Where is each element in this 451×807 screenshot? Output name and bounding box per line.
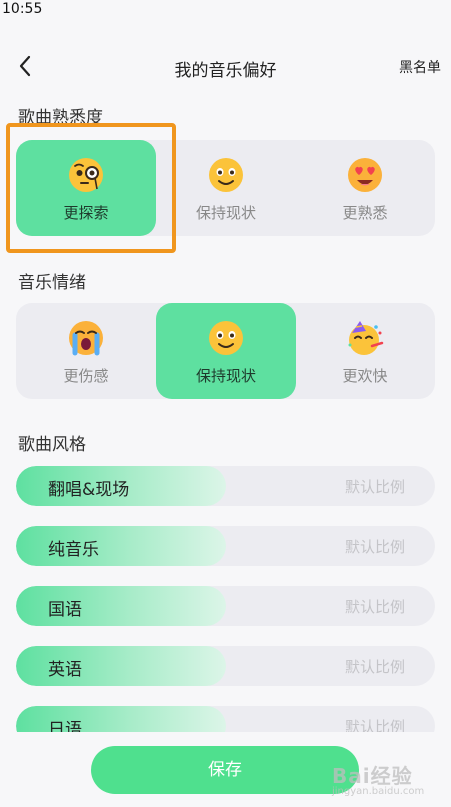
watermark-sub: jingyan.baidu.com <box>332 786 425 797</box>
familiarity-option-label: 更探索 <box>63 204 109 222</box>
monocle-face-icon <box>67 156 105 194</box>
crying-face-icon <box>67 319 105 357</box>
style-row[interactable]: 纯音乐 默认比例 <box>16 526 435 566</box>
style-ratio-label: 默认比例 <box>344 538 405 556</box>
style-name: 国语 <box>48 600 82 620</box>
mood-option-label: 保持现状 <box>195 367 256 385</box>
style-ratio-label: 默认比例 <box>344 598 405 616</box>
mood-card: 更伤感 保持现状 更欢快 <box>16 303 435 399</box>
familiarity-option-explore[interactable]: 更探索 <box>16 140 156 236</box>
partying-face-icon <box>346 319 384 357</box>
blacklist-link[interactable]: 黑名单 <box>399 57 441 77</box>
mood-option-label: 更欢快 <box>342 367 388 385</box>
header: 我的音乐偏好 黑名单 <box>0 44 451 88</box>
watermark: Bai经验 <box>332 764 413 788</box>
heart-eyes-face-icon <box>346 156 384 194</box>
style-row[interactable]: 翻唱&现场 默认比例 <box>16 466 435 506</box>
smiling-face-icon <box>207 319 245 357</box>
style-row[interactable]: 国语 默认比例 <box>16 586 435 626</box>
familiarity-card: 更探索 保持现状 更熟悉 <box>16 140 435 236</box>
page-title: 我的音乐偏好 <box>174 61 277 81</box>
mood-option-happy[interactable]: 更欢快 <box>295 303 435 399</box>
familiarity-section-title: 歌曲熟悉度 <box>18 108 103 128</box>
familiarity-option-familiar[interactable]: 更熟悉 <box>295 140 435 236</box>
style-name: 英语 <box>48 660 82 680</box>
mood-option-keep[interactable]: 保持现状 <box>156 303 296 399</box>
mood-option-label: 更伤感 <box>63 367 109 385</box>
status-time: 10:55 <box>2 1 43 17</box>
style-name: 翻唱&现场 <box>48 480 130 500</box>
style-ratio-label: 默认比例 <box>344 658 405 676</box>
style-ratio-label: 默认比例 <box>344 478 405 496</box>
mood-option-sad[interactable]: 更伤感 <box>16 303 156 399</box>
familiarity-option-label: 更熟悉 <box>342 204 388 222</box>
style-name: 纯音乐 <box>48 540 99 560</box>
smiling-face-icon <box>207 156 245 194</box>
familiarity-option-label: 保持现状 <box>195 204 256 222</box>
familiarity-option-keep[interactable]: 保持现状 <box>156 140 296 236</box>
save-button[interactable]: 保存 <box>91 746 359 794</box>
style-section-title: 歌曲风格 <box>18 435 86 455</box>
style-row[interactable]: 英语 默认比例 <box>16 646 435 686</box>
status-bar: 10:55 <box>0 0 451 22</box>
mood-section-title: 音乐情绪 <box>18 273 86 293</box>
